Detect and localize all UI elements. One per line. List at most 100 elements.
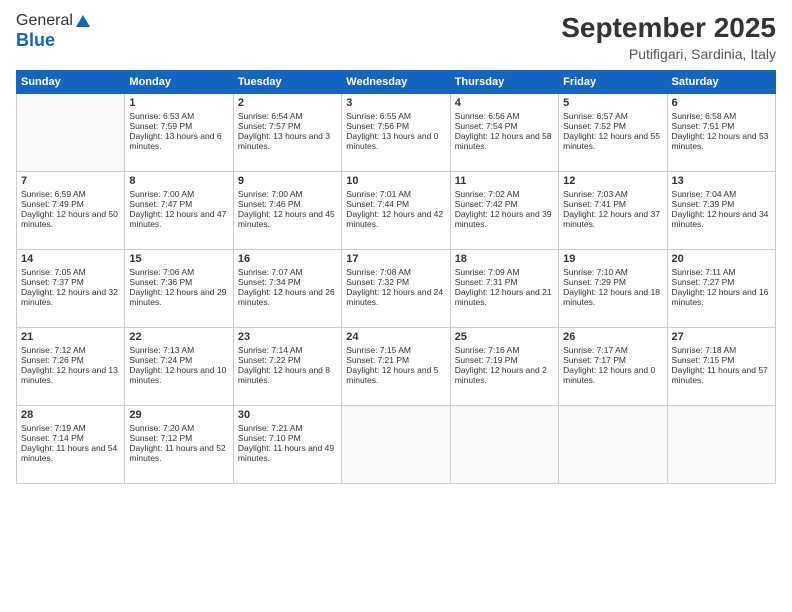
logo-line1: General: [16, 12, 91, 30]
sunrise-text: Sunrise: 6:56 AM: [455, 111, 554, 121]
calendar-table: Sunday Monday Tuesday Wednesday Thursday…: [16, 70, 776, 484]
sunset-text: Sunset: 7:52 PM: [563, 121, 662, 131]
day-number: 27: [672, 331, 771, 343]
calendar-cell: 26Sunrise: 7:17 AMSunset: 7:17 PMDayligh…: [559, 328, 667, 406]
day-number: 23: [238, 331, 337, 343]
day-number: 29: [129, 409, 228, 421]
calendar-cell: 25Sunrise: 7:16 AMSunset: 7:19 PMDayligh…: [450, 328, 558, 406]
daylight-text: Daylight: 12 hours and 58 minutes.: [455, 131, 554, 151]
calendar-cell: 9Sunrise: 7:00 AMSunset: 7:46 PMDaylight…: [233, 172, 341, 250]
sunrise-text: Sunrise: 7:21 AM: [238, 423, 337, 433]
calendar-cell: 6Sunrise: 6:58 AMSunset: 7:51 PMDaylight…: [667, 94, 775, 172]
sunset-text: Sunset: 7:47 PM: [129, 199, 228, 209]
title-block: September 2025 Putifigari, Sardinia, Ita…: [561, 12, 776, 62]
sunrise-text: Sunrise: 7:14 AM: [238, 345, 337, 355]
day-number: 13: [672, 175, 771, 187]
sunset-text: Sunset: 7:12 PM: [129, 433, 228, 443]
calendar-cell: 28Sunrise: 7:19 AMSunset: 7:14 PMDayligh…: [17, 406, 125, 484]
daylight-text: Daylight: 12 hours and 21 minutes.: [455, 287, 554, 307]
sunset-text: Sunset: 7:14 PM: [21, 433, 120, 443]
daylight-text: Daylight: 12 hours and 37 minutes.: [563, 209, 662, 229]
day-number: 2: [238, 97, 337, 109]
day-number: 30: [238, 409, 337, 421]
sunset-text: Sunset: 7:34 PM: [238, 277, 337, 287]
day-number: 10: [346, 175, 445, 187]
day-number: 14: [21, 253, 120, 265]
day-number: 7: [21, 175, 120, 187]
header: General Blue September 2025 Putifigari, …: [16, 12, 776, 62]
sunrise-text: Sunrise: 6:58 AM: [672, 111, 771, 121]
day-number: 17: [346, 253, 445, 265]
daylight-text: Daylight: 12 hours and 50 minutes.: [21, 209, 120, 229]
daylight-text: Daylight: 11 hours and 52 minutes.: [129, 443, 228, 463]
day-number: 25: [455, 331, 554, 343]
month-title: September 2025: [561, 12, 776, 44]
daylight-text: Daylight: 12 hours and 47 minutes.: [129, 209, 228, 229]
sunset-text: Sunset: 7:41 PM: [563, 199, 662, 209]
logo-line2: Blue: [16, 30, 55, 51]
calendar-cell: 29Sunrise: 7:20 AMSunset: 7:12 PMDayligh…: [125, 406, 233, 484]
sunset-text: Sunset: 7:31 PM: [455, 277, 554, 287]
daylight-text: Daylight: 12 hours and 5 minutes.: [346, 365, 445, 385]
sunset-text: Sunset: 7:32 PM: [346, 277, 445, 287]
day-number: 20: [672, 253, 771, 265]
calendar-cell: 11Sunrise: 7:02 AMSunset: 7:42 PMDayligh…: [450, 172, 558, 250]
sunset-text: Sunset: 7:54 PM: [455, 121, 554, 131]
sunset-text: Sunset: 7:27 PM: [672, 277, 771, 287]
sunrise-text: Sunrise: 7:17 AM: [563, 345, 662, 355]
day-number: 28: [21, 409, 120, 421]
daylight-text: Daylight: 12 hours and 39 minutes.: [455, 209, 554, 229]
sunset-text: Sunset: 7:51 PM: [672, 121, 771, 131]
daylight-text: Daylight: 12 hours and 16 minutes.: [672, 287, 771, 307]
day-number: 11: [455, 175, 554, 187]
daylight-text: Daylight: 11 hours and 49 minutes.: [238, 443, 337, 463]
daylight-text: Daylight: 12 hours and 18 minutes.: [563, 287, 662, 307]
calendar-cell: 8Sunrise: 7:00 AMSunset: 7:47 PMDaylight…: [125, 172, 233, 250]
day-number: 24: [346, 331, 445, 343]
sunrise-text: Sunrise: 7:13 AM: [129, 345, 228, 355]
calendar-cell: 5Sunrise: 6:57 AMSunset: 7:52 PMDaylight…: [559, 94, 667, 172]
daylight-text: Daylight: 12 hours and 0 minutes.: [563, 365, 662, 385]
sunrise-text: Sunrise: 7:11 AM: [672, 267, 771, 277]
location: Putifigari, Sardinia, Italy: [561, 46, 776, 62]
header-row: Sunday Monday Tuesday Wednesday Thursday…: [17, 71, 776, 94]
daylight-text: Daylight: 13 hours and 0 minutes.: [346, 131, 445, 151]
sunset-text: Sunset: 7:46 PM: [238, 199, 337, 209]
day-number: 26: [563, 331, 662, 343]
calendar-cell: 12Sunrise: 7:03 AMSunset: 7:41 PMDayligh…: [559, 172, 667, 250]
sunrise-text: Sunrise: 7:04 AM: [672, 189, 771, 199]
logo-triangle-icon: [75, 13, 91, 29]
sunset-text: Sunset: 7:56 PM: [346, 121, 445, 131]
sunrise-text: Sunrise: 7:02 AM: [455, 189, 554, 199]
sunset-text: Sunset: 7:39 PM: [672, 199, 771, 209]
header-sunday: Sunday: [17, 71, 125, 94]
sunset-text: Sunset: 7:44 PM: [346, 199, 445, 209]
calendar-cell: 1Sunrise: 6:53 AMSunset: 7:59 PMDaylight…: [125, 94, 233, 172]
calendar-week-1: 7Sunrise: 6:59 AMSunset: 7:49 PMDaylight…: [17, 172, 776, 250]
calendar-cell: 14Sunrise: 7:05 AMSunset: 7:37 PMDayligh…: [17, 250, 125, 328]
day-number: 6: [672, 97, 771, 109]
header-friday: Friday: [559, 71, 667, 94]
day-number: 18: [455, 253, 554, 265]
sunrise-text: Sunrise: 7:10 AM: [563, 267, 662, 277]
sunrise-text: Sunrise: 6:57 AM: [563, 111, 662, 121]
calendar-cell: 13Sunrise: 7:04 AMSunset: 7:39 PMDayligh…: [667, 172, 775, 250]
sunrise-text: Sunrise: 6:55 AM: [346, 111, 445, 121]
daylight-text: Daylight: 12 hours and 32 minutes.: [21, 287, 120, 307]
sunset-text: Sunset: 7:21 PM: [346, 355, 445, 365]
sunset-text: Sunset: 7:29 PM: [563, 277, 662, 287]
calendar-cell: [559, 406, 667, 484]
header-tuesday: Tuesday: [233, 71, 341, 94]
sunrise-text: Sunrise: 7:03 AM: [563, 189, 662, 199]
daylight-text: Daylight: 12 hours and 45 minutes.: [238, 209, 337, 229]
sunrise-text: Sunrise: 7:01 AM: [346, 189, 445, 199]
sunset-text: Sunset: 7:49 PM: [21, 199, 120, 209]
calendar-cell: [667, 406, 775, 484]
day-number: 21: [21, 331, 120, 343]
calendar-cell: 15Sunrise: 7:06 AMSunset: 7:36 PMDayligh…: [125, 250, 233, 328]
daylight-text: Daylight: 12 hours and 2 minutes.: [455, 365, 554, 385]
sunrise-text: Sunrise: 7:18 AM: [672, 345, 771, 355]
calendar-cell: [342, 406, 450, 484]
sunset-text: Sunset: 7:37 PM: [21, 277, 120, 287]
daylight-text: Daylight: 12 hours and 10 minutes.: [129, 365, 228, 385]
